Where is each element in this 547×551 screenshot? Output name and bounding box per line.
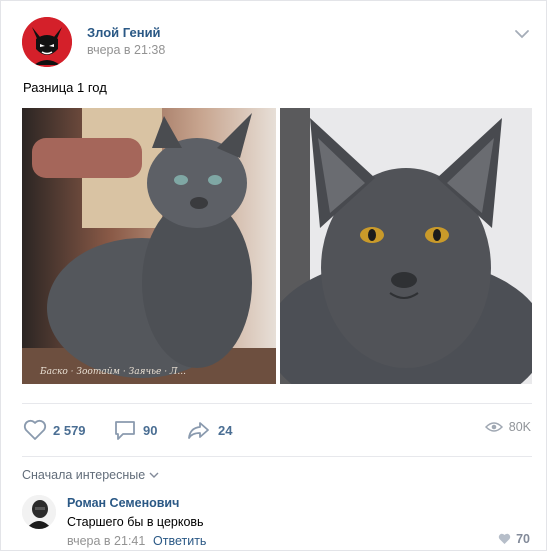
commenter-avatar-image	[22, 495, 56, 529]
adult-cat-photo	[280, 108, 532, 384]
divider	[22, 403, 532, 404]
chevron-down-icon[interactable]	[513, 25, 531, 43]
views-count: 80K	[508, 420, 531, 434]
post-photo-adult-cat[interactable]	[280, 108, 532, 384]
divider	[22, 456, 532, 457]
chevron-down-icon	[149, 472, 159, 478]
devil-avatar-icon	[22, 17, 72, 67]
comment-count: 90	[143, 422, 158, 438]
comment-timestamp[interactable]: вчера в 21:41	[67, 534, 145, 548]
share-icon	[188, 422, 209, 439]
heart-icon	[498, 533, 511, 544]
comment-author[interactable]: Роман Семенович	[67, 496, 179, 510]
post-text: Разница 1 год	[23, 80, 107, 95]
share-button[interactable]: 24	[186, 418, 232, 442]
views-counter: 80K	[484, 420, 531, 434]
share-count: 24	[218, 422, 233, 438]
kitten-photo: Баско · Зоотайм · Заячье · Л...	[22, 108, 276, 384]
author-name[interactable]: Злой Гений	[87, 25, 161, 40]
photo-watermark: Баско · Зоотайм · Заячье · Л...	[39, 367, 186, 377]
post-card: Злой Гений вчера в 21:38 Разница 1 год Б…	[0, 0, 547, 551]
reply-link[interactable]: Ответить	[153, 534, 206, 548]
like-count: 2 579	[53, 422, 86, 438]
post-photo-kitten[interactable]: Баско · Зоотайм · Заячье · Л...	[22, 108, 276, 384]
commenter-avatar[interactable]	[22, 495, 56, 529]
comment-like-button[interactable]: 70	[498, 532, 530, 546]
like-button[interactable]: 2 579	[23, 418, 86, 442]
author-avatar[interactable]	[22, 17, 72, 67]
comment-text: Старшего бы в церковь	[67, 515, 204, 529]
comment-button[interactable]: 90	[113, 418, 157, 442]
comment-icon	[115, 421, 135, 440]
comments-sort-label: Сначала интересные	[22, 468, 146, 482]
post-timestamp[interactable]: вчера в 21:38	[87, 43, 165, 57]
eye-icon	[484, 422, 503, 432]
comment-like-count: 70	[516, 532, 530, 546]
comments-sort-dropdown[interactable]: Сначала интересные	[22, 468, 159, 482]
heart-icon	[23, 419, 47, 440]
